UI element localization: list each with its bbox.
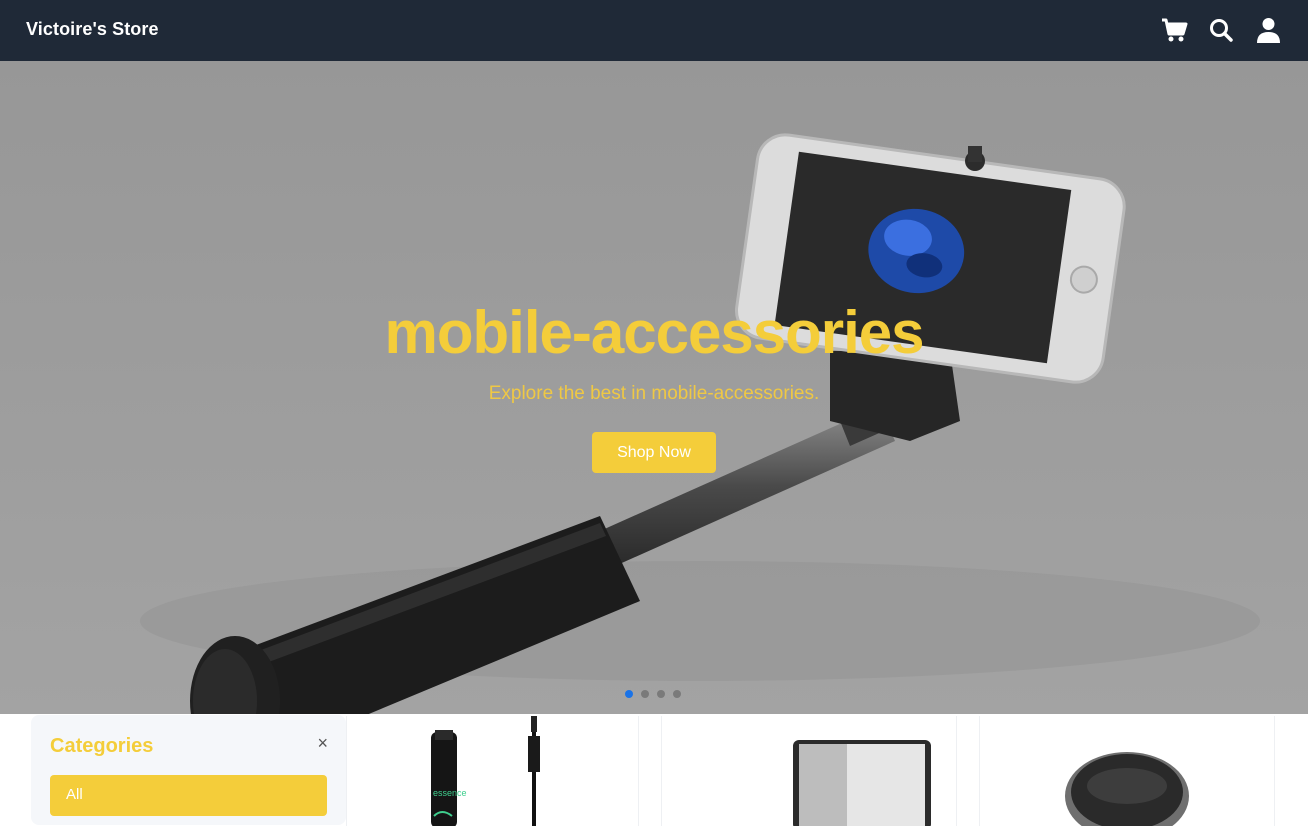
- store-logo[interactable]: Victoire's Store: [26, 19, 159, 40]
- carousel-dot-3[interactable]: [657, 690, 665, 698]
- svg-text:essence: essence: [433, 788, 467, 798]
- mascara-image: essence: [431, 716, 540, 826]
- product-card-2[interactable]: [661, 716, 957, 826]
- carousel-indicators: [625, 690, 681, 698]
- carousel-dot-1[interactable]: [625, 690, 633, 698]
- user-icon[interactable]: [1255, 16, 1282, 44]
- carousel-dot-4[interactable]: [673, 690, 681, 698]
- hero-carousel: mobile-accessories Explore the best in m…: [0, 61, 1308, 714]
- product-card-1[interactable]: essence: [346, 716, 639, 826]
- nav-icon-group: [1161, 16, 1282, 44]
- laptop-image: [793, 740, 931, 826]
- hero-title: mobile-accessories: [384, 299, 925, 366]
- product-card-3[interactable]: [979, 716, 1275, 826]
- cart-icon[interactable]: [1161, 16, 1188, 44]
- hero-subtitle: Explore the best in mobile-accessories.: [488, 383, 820, 404]
- round-device-image: [1065, 752, 1189, 826]
- close-icon[interactable]: ×: [317, 733, 328, 754]
- shop-now-button[interactable]: Shop Now: [592, 432, 716, 473]
- categories-title: Categories: [50, 735, 154, 757]
- search-icon[interactable]: [1208, 16, 1235, 44]
- categories-panel: Categories × All: [31, 715, 346, 825]
- top-navbar: Victoire's Store: [0, 0, 1308, 61]
- category-item-all[interactable]: All: [50, 775, 327, 816]
- carousel-dot-2[interactable]: [641, 690, 649, 698]
